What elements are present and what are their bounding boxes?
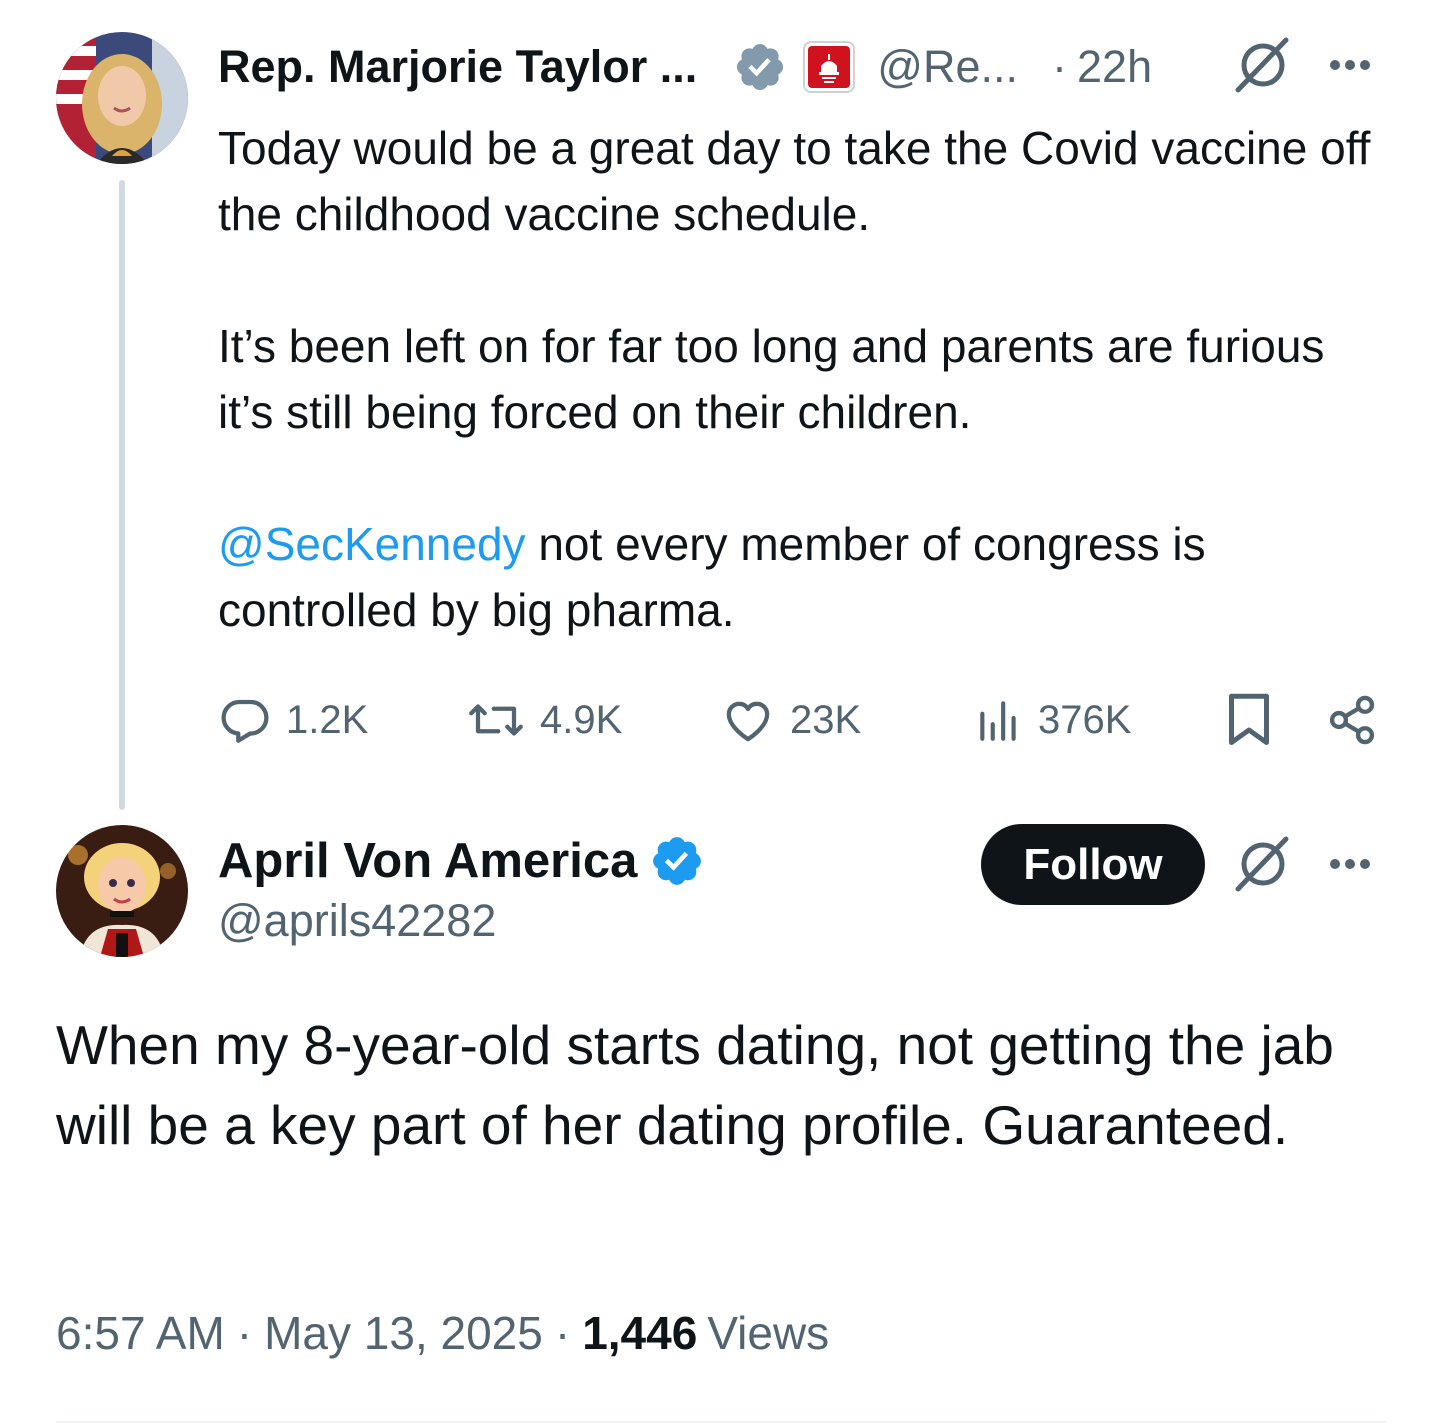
follow-button[interactable]: Follow (981, 824, 1205, 905)
bookmark-icon (1229, 693, 1269, 745)
tweet-date[interactable]: May 13, 2025 (264, 1306, 543, 1360)
meta-separator: · (554, 1307, 571, 1359)
grok-icon[interactable] (1232, 833, 1294, 895)
tweet-time[interactable]: 6:57 AM (56, 1306, 225, 1360)
views-chart-icon (980, 701, 1016, 741)
tweet-views-label: Views (707, 1307, 830, 1359)
parent-paragraph-2: It’s been left on for far too long and p… (218, 320, 1325, 438)
parent-tweet-header: Rep. Marjorie Taylor ... @Re... · 22h (218, 36, 1152, 98)
bookmark-button[interactable] (1224, 685, 1288, 755)
views-button[interactable]: 376K (974, 685, 1131, 755)
time-separator: · (1052, 41, 1068, 92)
repost-count: 4.9K (540, 697, 623, 742)
reply-author-name[interactable]: April Von America (218, 833, 637, 889)
reply-author-handle[interactable]: @aprils42282 (218, 895, 496, 947)
repost-icon (469, 704, 523, 736)
meta-separator: · (236, 1307, 253, 1359)
reply-author-name-row: April Von America (218, 830, 705, 892)
like-count: 23K (790, 697, 862, 742)
share-icon (1329, 695, 1375, 745)
mention-link[interactable]: @SecKennedy (218, 518, 526, 570)
reply-button[interactable]: 1.2K (218, 685, 368, 755)
parent-author-name[interactable]: Rep. Marjorie Taylor ... (218, 41, 697, 93)
parent-tweet-text: Today would be a great day to take the C… (218, 115, 1378, 643)
parent-paragraph-3: @SecKennedy not every member of congress… (218, 511, 1378, 643)
parent-action-bar: 1.2K 4.9K 23K 376K (218, 685, 1388, 755)
reply-icon (221, 699, 269, 743)
like-button[interactable]: 23K (720, 685, 861, 755)
heart-icon (726, 701, 770, 742)
author-avatar[interactable] (56, 32, 188, 164)
repost-button[interactable]: 4.9K (466, 685, 622, 755)
divider (56, 1421, 1386, 1423)
reply-tweet-text: When my 8-year-old starts dating, not ge… (56, 1014, 1334, 1156)
verified-blue-badge-icon[interactable] (649, 833, 705, 889)
grok-icon[interactable] (1232, 34, 1294, 96)
views-count: 376K (1038, 697, 1132, 742)
thread-connector-line (119, 180, 125, 810)
reply-count: 1.2K (286, 697, 369, 742)
more-dots-icon[interactable] (1330, 60, 1370, 70)
reply-author-avatar[interactable] (56, 825, 188, 957)
tweet-detail-page: Rep. Marjorie Taylor ... @Re... · 22h To… (0, 0, 1440, 1427)
verified-grey-badge-icon (737, 43, 784, 91)
house-gop-affiliate-icon[interactable] (803, 41, 856, 93)
share-button[interactable] (1326, 685, 1392, 755)
parent-paragraph-1: Today would be a great day to take the C… (218, 122, 1371, 240)
tweet-meta-line: 6:57 AM · May 13, 2025 · 1,446 Views (56, 1300, 829, 1366)
parent-tweet-time[interactable]: 22h (1077, 41, 1152, 93)
tweet-views-count: 1,446 (582, 1307, 698, 1359)
parent-author-handle[interactable]: @Re... (877, 41, 1018, 93)
more-dots-icon[interactable] (1330, 859, 1370, 869)
